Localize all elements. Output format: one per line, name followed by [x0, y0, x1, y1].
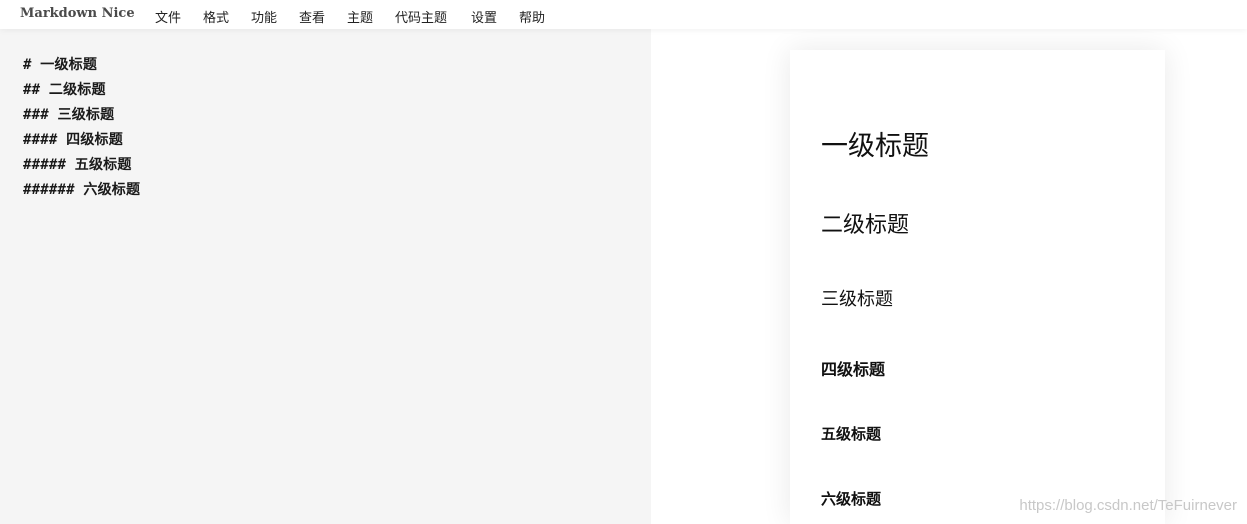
menu-item-theme[interactable]: 主题	[347, 7, 373, 26]
menu-item-format[interactable]: 格式	[203, 7, 229, 26]
app-brand[interactable]: Markdown Nice	[20, 6, 135, 21]
menu-bar: Markdown Nice 文件 格式 功能 查看 主题 代码主题 设置 帮助	[0, 0, 1247, 29]
editor-line-h3[interactable]: ### 三级标题	[23, 104, 114, 124]
editor-line-h1[interactable]: # 一级标题	[23, 54, 97, 74]
menu-item-function[interactable]: 功能	[251, 7, 277, 26]
preview-heading-5: 五级标题	[821, 425, 882, 443]
preview-heading-2: 二级标题	[821, 213, 910, 238]
preview-heading-1: 一级标题	[821, 131, 929, 162]
watermark-text: https://blog.csdn.net/TeFuirnever	[1019, 497, 1237, 514]
editor-line-h5[interactable]: ##### 五级标题	[23, 154, 132, 174]
preview-heading-6: 六级标题	[821, 490, 882, 508]
preview-heading-4: 四级标题	[821, 360, 886, 379]
editor-line-h2[interactable]: ## 二级标题	[23, 79, 106, 99]
editor-line-h6[interactable]: ###### 六级标题	[23, 179, 140, 199]
menu-item-view[interactable]: 查看	[299, 7, 325, 26]
menu-item-settings[interactable]: 设置	[471, 7, 497, 26]
menu-item-file[interactable]: 文件	[155, 7, 181, 26]
menu-item-code-theme[interactable]: 代码主题	[395, 7, 447, 26]
editor-line-h4[interactable]: #### 四级标题	[23, 129, 123, 149]
menu-item-help[interactable]: 帮助	[519, 7, 545, 26]
preview-heading-3: 三级标题	[821, 289, 893, 310]
